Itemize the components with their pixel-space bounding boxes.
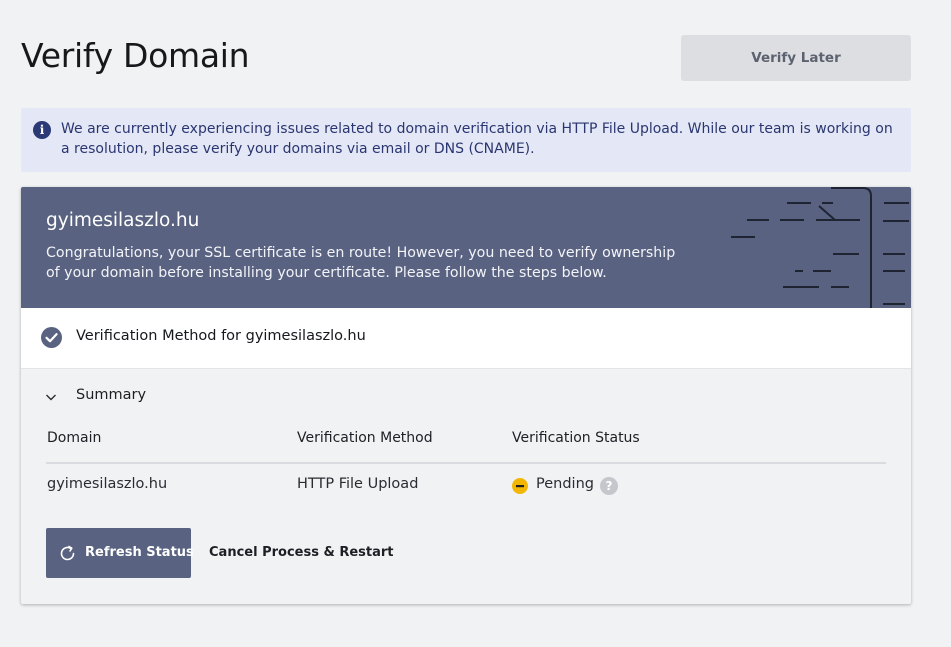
pending-icon (512, 478, 528, 494)
help-icon[interactable]: ? (600, 477, 618, 495)
refresh-icon (60, 545, 75, 561)
refresh-status-button[interactable]: Refresh Status (46, 528, 194, 578)
column-header-method: Verification Method (297, 430, 433, 446)
row-domain-cell: gyimesilaszlo.hu (47, 476, 168, 492)
table-header-divider (46, 462, 886, 464)
verification-method-row: Verification Method for gyimesilaszlo.hu (21, 308, 911, 369)
summary-label: Summary (76, 387, 147, 403)
banner-domain-title: gyimesilaszlo.hu (46, 210, 200, 231)
verification-method-label: Verification Method for gyimesilaszlo.hu (76, 328, 366, 344)
status-text: Pending (536, 476, 594, 492)
verification-card: gyimesilaszlo.hu Congratulations, your S… (21, 187, 911, 604)
alert-banner: i We are currently experiencing issues r… (21, 108, 911, 172)
check-circle-icon (41, 327, 62, 348)
banner-message: Congratulations, your SSL certificate is… (46, 245, 676, 281)
verify-later-button[interactable]: Verify Later (681, 35, 911, 81)
domain-banner: gyimesilaszlo.hu Congratulations, your S… (21, 187, 911, 308)
page-title: Verify Domain (21, 36, 250, 75)
row-method-cell: HTTP File Upload (297, 476, 419, 492)
column-header-domain: Domain (47, 430, 102, 446)
refresh-status-label: Refresh Status (85, 545, 194, 560)
info-icon: i (33, 121, 51, 139)
chevron-down-icon (46, 394, 56, 401)
alert-text: We are currently experiencing issues rel… (61, 121, 893, 157)
decorative-lines-graphic (731, 187, 909, 308)
cancel-restart-link[interactable]: Cancel Process & Restart (209, 545, 394, 560)
column-header-status: Verification Status (512, 430, 640, 446)
